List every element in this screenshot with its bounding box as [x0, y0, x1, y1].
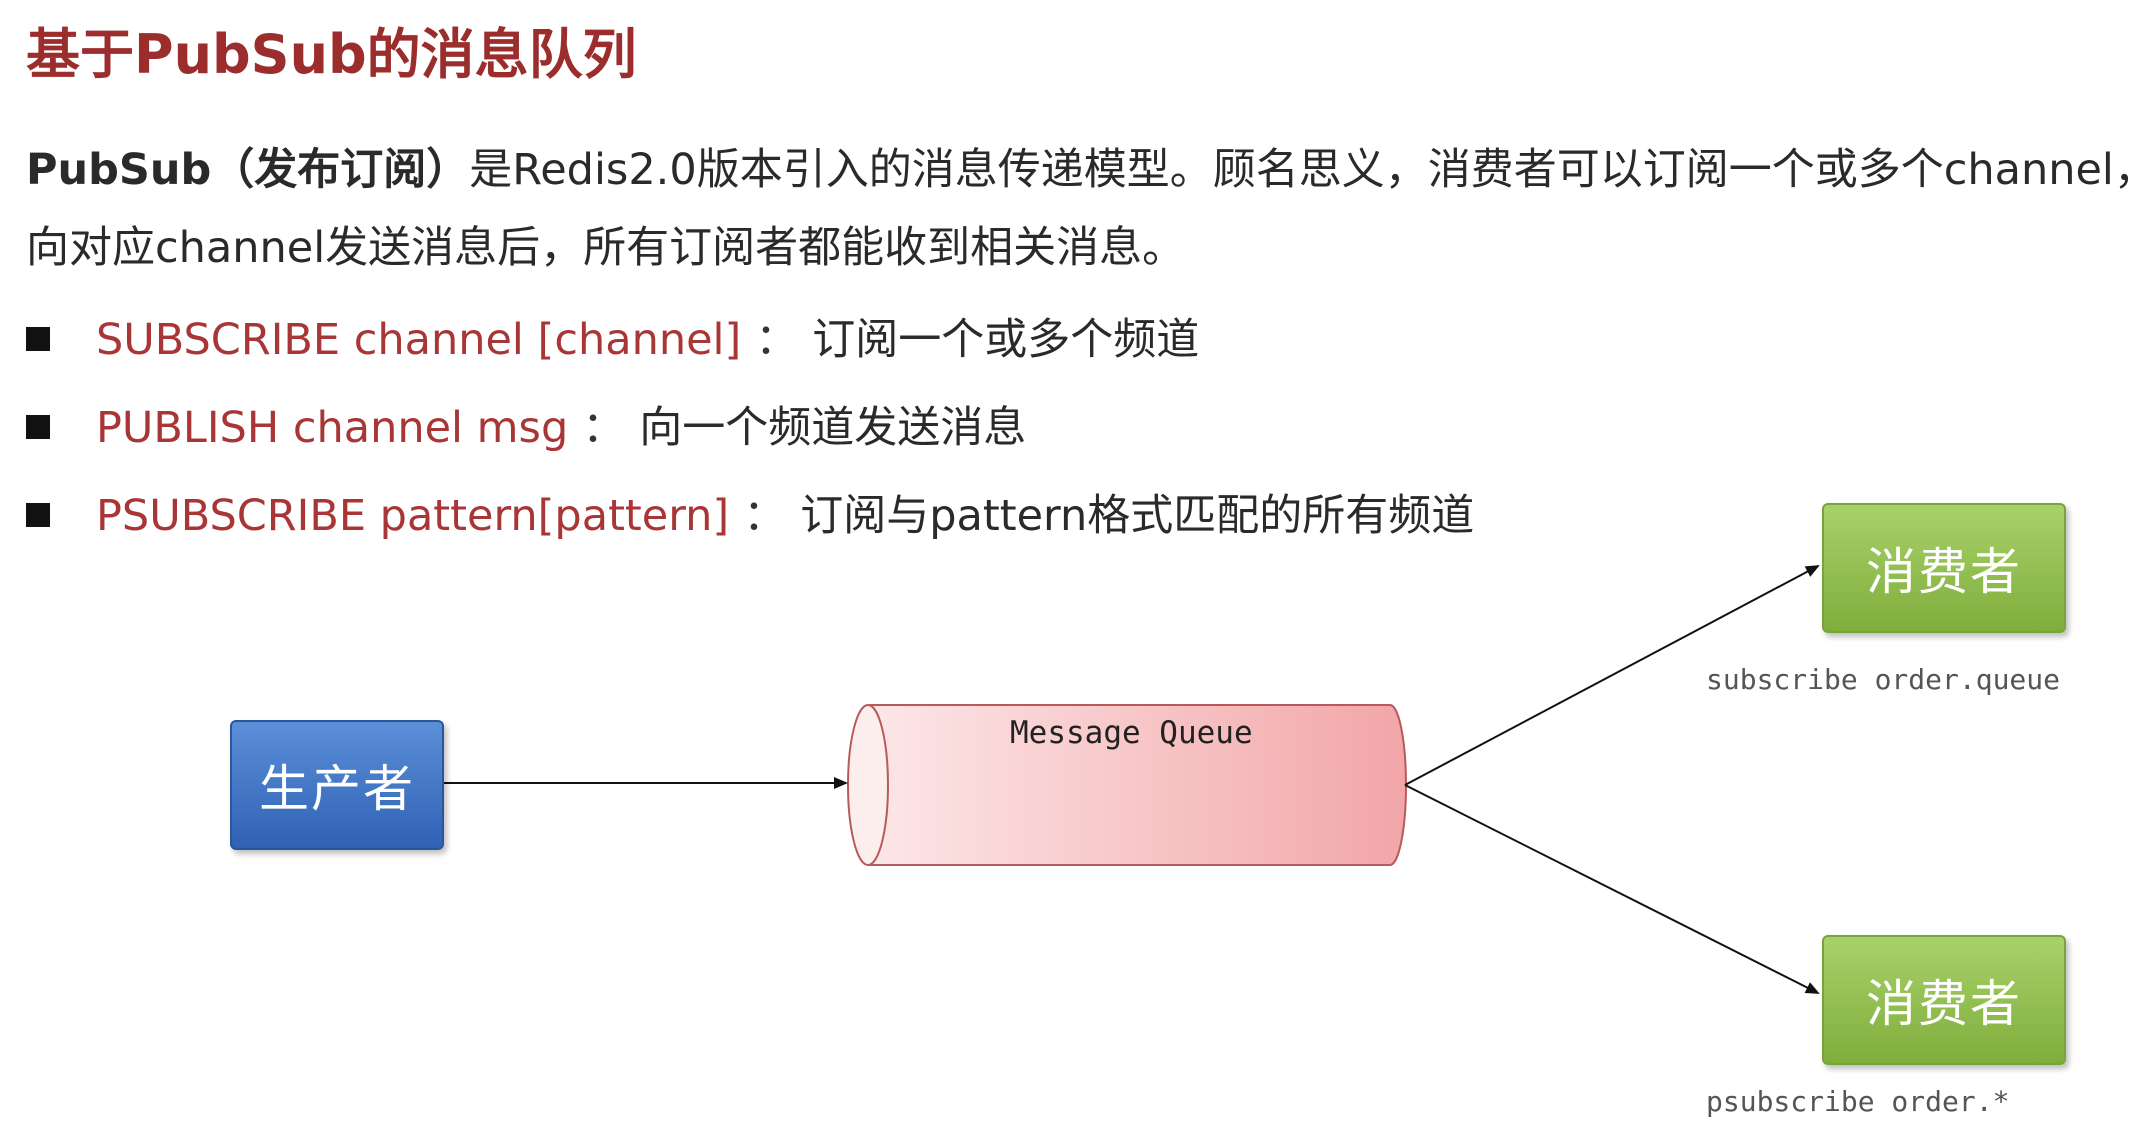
consumer-1-subscription: subscribe order.queue [1706, 663, 2061, 696]
queue-to-consumer-2-arrow [1404, 784, 1820, 994]
producer-box: 生产者 [230, 720, 444, 850]
pubsub-diagram [442, 565, 1820, 994]
consumer-box-2: 消费者 [1822, 935, 2066, 1065]
message-queue-label: Message Queue [1010, 715, 1253, 751]
consumer-2-subscription: psubscribe order.* [1706, 1085, 2010, 1118]
consumer-box-1: 消费者 [1822, 503, 2066, 633]
